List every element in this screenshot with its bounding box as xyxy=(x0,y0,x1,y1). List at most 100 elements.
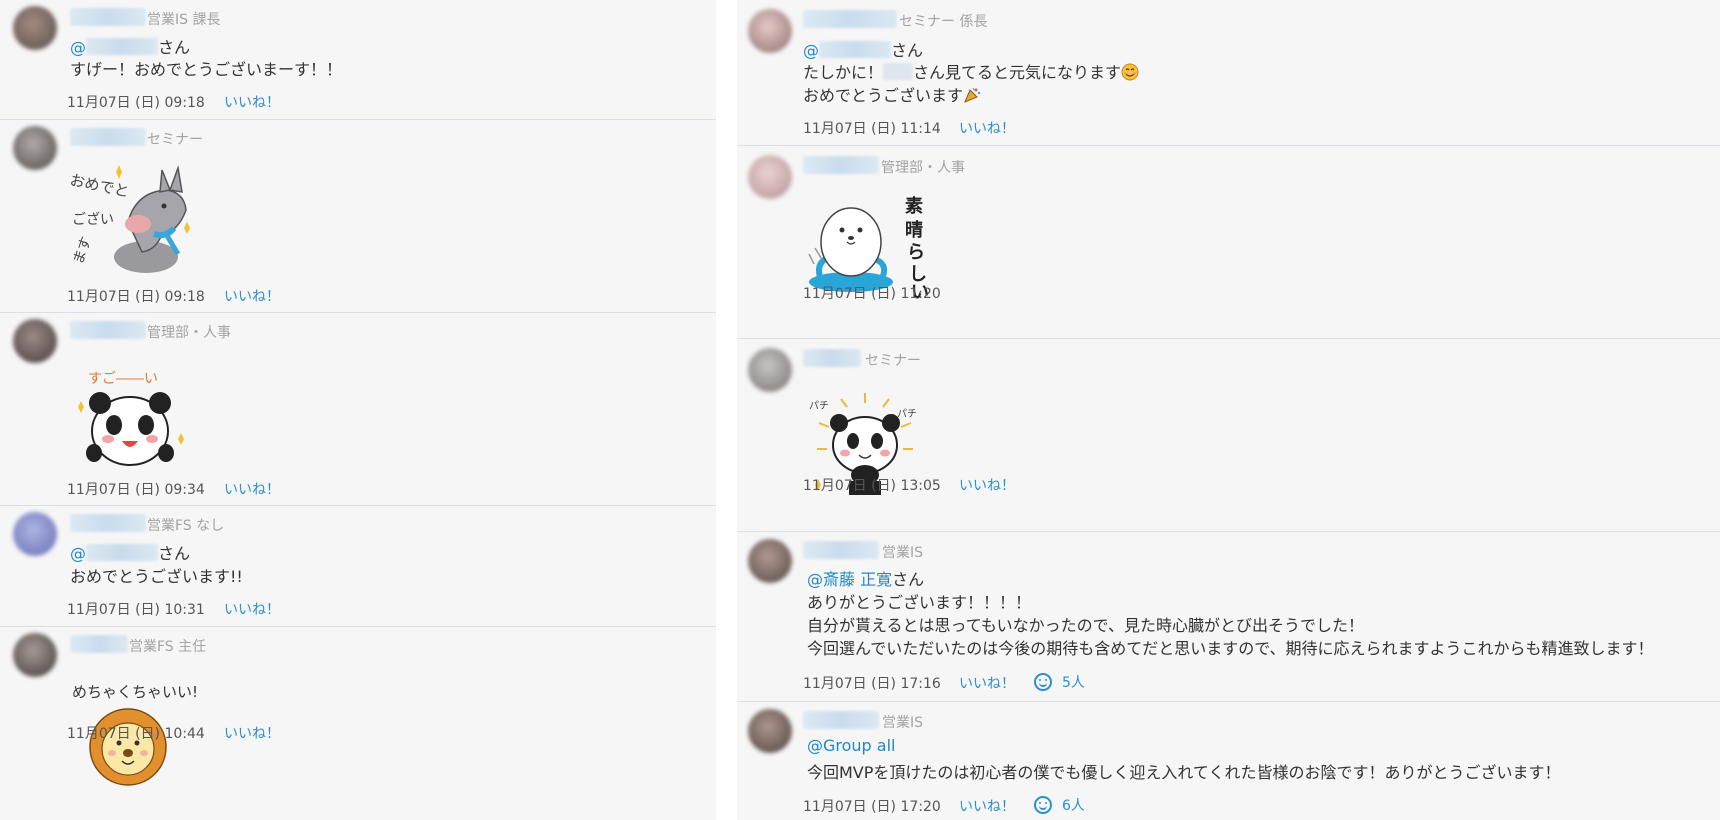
author-name-redacted[interactable] xyxy=(803,156,879,174)
comment-post: 営業IS 課長 @ さん すげー！おめでとうございまーす！！ 11月07日 (日)… xyxy=(0,0,716,120)
mention[interactable]: @ さん xyxy=(70,540,190,564)
reaction-count[interactable]: 6人 xyxy=(1034,795,1085,815)
svg-text:ます: ます xyxy=(70,235,95,267)
avatar[interactable] xyxy=(13,633,57,677)
reaction-count-label: 6人 xyxy=(1062,798,1085,814)
svg-text:おめでと: おめでと xyxy=(68,171,130,201)
svg-text:ら: ら xyxy=(907,242,925,263)
like-button[interactable]: いいね！ xyxy=(959,673,1015,693)
svg-text:パチ: パチ xyxy=(897,408,917,420)
avatar[interactable] xyxy=(13,319,57,363)
comment-text: すげー！おめでとうございまーす！！ xyxy=(70,60,343,79)
comment-text: おめでとうございます xyxy=(803,82,981,106)
mention-group-all[interactable]: @Group all xyxy=(807,736,896,755)
timestamp: 11月07日 (日) 11:20 xyxy=(803,286,941,302)
reaction-count[interactable]: 5人 xyxy=(1034,672,1085,692)
svg-text:晴: 晴 xyxy=(905,219,923,241)
timestamp: 11月07日 (日) 09:34 xyxy=(67,482,205,498)
author-department: 管理部・人事 xyxy=(147,325,231,341)
author-department: セミナー xyxy=(147,132,203,148)
reaction-count-label: 5人 xyxy=(1062,675,1085,691)
comment-text-part: さん見てると元気になります xyxy=(913,63,1122,82)
like-button[interactable]: いいね！ xyxy=(959,796,1015,816)
author-name-redacted[interactable] xyxy=(803,349,861,367)
mention[interactable]: @斎藤 正寛さん xyxy=(807,566,924,590)
like-button[interactable]: いいね！ xyxy=(959,118,1015,138)
like-button[interactable]: いいね！ xyxy=(224,286,280,306)
svg-text:すご――い: すご――い xyxy=(88,371,158,387)
like-button[interactable]: いいね！ xyxy=(224,599,280,619)
avatar[interactable] xyxy=(748,539,792,583)
smiling-face-icon xyxy=(1121,63,1139,81)
comment-post: セミナー 係長 @ さん たしかに！ さん見てると元気になります おめでとうございま… xyxy=(737,0,1720,146)
mention-name-redacted xyxy=(86,38,158,55)
author-name-redacted[interactable] xyxy=(70,635,128,653)
comment-text-part: おめでとうございます xyxy=(803,86,964,105)
comment-text: おめでとうございます!! xyxy=(70,567,243,586)
author-department: セミナー xyxy=(865,353,921,369)
author-department: 営業FS なし xyxy=(147,518,225,534)
timestamp: 11月07日 (日) 13:05 xyxy=(803,478,941,494)
mention-suffix: さん xyxy=(891,41,924,60)
mention-suffix: さん xyxy=(158,544,191,563)
comment-text: 今回MVPを頂けたのは初心者の僕でも優しく迎え入れてくれた皆様のお陰です！ありが… xyxy=(807,763,1561,782)
mention-suffix: さん xyxy=(892,570,925,589)
svg-text:ござい: ござい xyxy=(72,211,114,228)
author-name-redacted[interactable] xyxy=(70,514,146,532)
avatar[interactable] xyxy=(748,709,792,753)
author-name-redacted[interactable] xyxy=(70,128,146,146)
mention-at: @ xyxy=(70,38,86,57)
mention[interactable]: @ さん xyxy=(70,34,190,58)
timestamp: 11月07日 (日) 10:31 xyxy=(67,602,205,618)
timestamp: 11月07日 (日) 09:18 xyxy=(67,95,205,111)
avatar[interactable] xyxy=(748,9,792,53)
donkey-sticker: おめでと ござい ます xyxy=(68,165,190,273)
name-redacted xyxy=(883,63,914,80)
svg-text:素: 素 xyxy=(905,196,923,217)
party-popper-icon xyxy=(964,87,981,103)
like-button[interactable]: いいね！ xyxy=(224,92,280,112)
comment-text: 自分が貰えるとは思ってもいなかったので、見た時心臓がとび出そうでした！ xyxy=(807,616,1364,635)
timestamp: 11月07日 (日) 17:20 xyxy=(803,799,941,815)
comment-post: 営業IS @Group all 今回MVPを頂けたのは初心者の僕でも優しく迎え入… xyxy=(737,702,1720,820)
comment-text: たしかに！ さん見てると元気になります xyxy=(803,59,1139,83)
author-department: 営業FS 主任 xyxy=(129,639,207,655)
svg-text:パチ: パチ xyxy=(809,400,829,412)
comment-post: セミナー おめでと ござい ます 11月07日 (日) 09:18 いいね！ xyxy=(0,120,716,313)
timestamp: 11月07日 (日) 17:16 xyxy=(803,676,941,692)
like-button[interactable]: いいね！ xyxy=(959,475,1015,495)
smiley-reaction-icon xyxy=(1034,796,1052,814)
timestamp: 11月07日 (日) 10:44 xyxy=(67,726,205,742)
mention[interactable]: @ さん xyxy=(803,37,923,61)
author-department: 営業IS xyxy=(882,545,924,561)
panda-sticker: すご――い xyxy=(78,371,184,466)
author-name-redacted[interactable] xyxy=(70,321,146,339)
comment-text: 今回選んでいただいたのは今後の期待も含めてだと思いますので、期待に応えられますよ… xyxy=(807,639,1654,658)
author-name-redacted[interactable] xyxy=(70,8,146,26)
mention-suffix: さん xyxy=(158,38,191,57)
timestamp: 11月07日 (日) 09:18 xyxy=(67,289,205,305)
author-name-redacted[interactable] xyxy=(803,711,879,729)
mention-user[interactable]: @斎藤 正寛 xyxy=(807,570,892,589)
svg-text:めちゃくちゃいい!!: めちゃくちゃいい!! xyxy=(72,683,196,701)
mention-at: @ xyxy=(70,544,86,563)
author-department: セミナー 係長 xyxy=(899,14,988,30)
avatar[interactable] xyxy=(13,512,57,556)
avatar[interactable] xyxy=(13,6,57,50)
author-name-redacted[interactable] xyxy=(803,541,879,559)
like-button[interactable]: いいね！ xyxy=(224,723,280,743)
smiley-reaction-icon xyxy=(1034,673,1052,691)
like-button[interactable]: いいね！ xyxy=(224,479,280,499)
comment-post: セミナー パチ パチ 11月07日 (日) 13:05 いいね！ xyxy=(737,339,1720,532)
avatar[interactable] xyxy=(13,126,57,170)
timestamp: 11月07日 (日) 11:14 xyxy=(803,121,941,137)
comment-post: 営業FS 主任 めちゃくちゃいい!! 11月07日 (日) 10:44 いいね！ xyxy=(0,627,716,820)
avatar[interactable] xyxy=(748,155,792,199)
author-name-redacted[interactable] xyxy=(803,10,897,28)
comment-post: 管理部・人事 素 晴 ら し い 11月07日 (日) 11:20 xyxy=(737,146,1720,339)
comment-post: 営業IS @斎藤 正寛さん ありがとうございます！！！！ 自分が貰えるとは思って… xyxy=(737,532,1720,702)
author-department: 営業IS 課長 xyxy=(147,12,221,28)
comment-post: 管理部・人事 すご――い 11月07日 (日) 09:34 いいね！ xyxy=(0,313,716,506)
avatar[interactable] xyxy=(748,348,792,392)
author-department: 管理部・人事 xyxy=(881,160,965,176)
